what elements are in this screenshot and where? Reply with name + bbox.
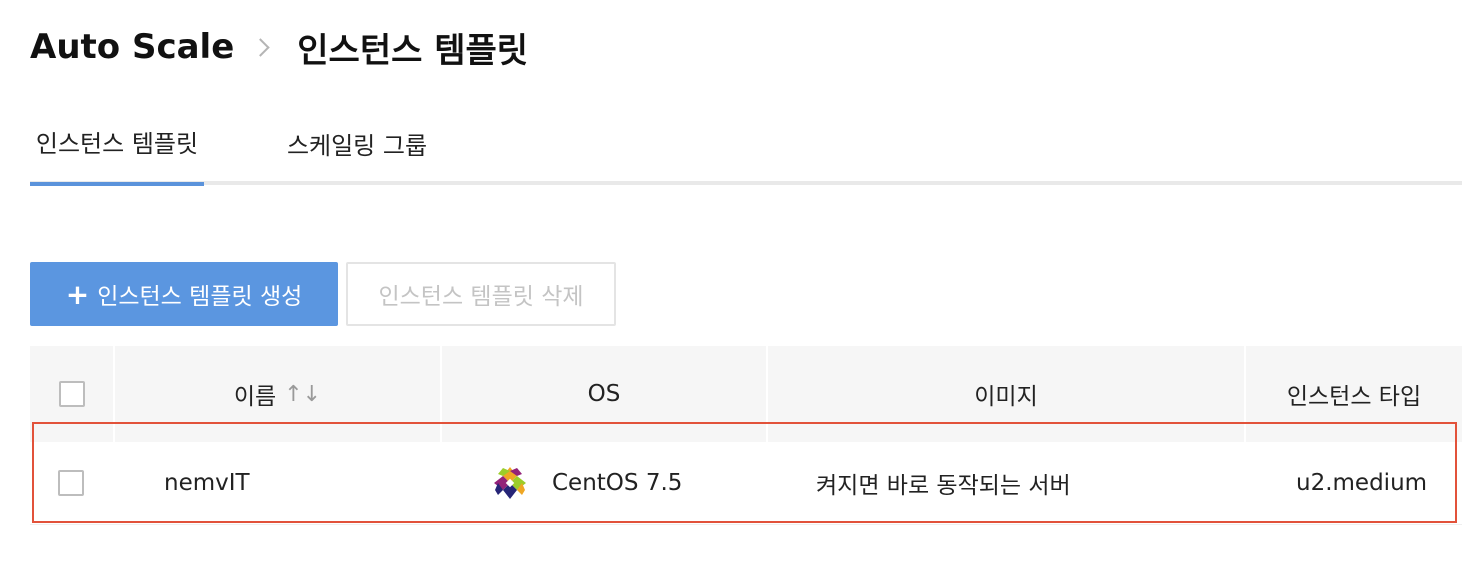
header-instance-type-label: 인스턴스 타입 — [1286, 384, 1422, 410]
header-name[interactable]: 이름 ↑↓ — [115, 346, 440, 442]
instance-type: u2.medium — [1296, 470, 1428, 496]
create-instance-template-button[interactable]: + 인스턴스 템플릿 생성 — [30, 262, 338, 326]
tab-label: 스케일링 그룹 — [286, 131, 428, 160]
breadcrumb-parent[interactable]: Auto Scale — [30, 27, 234, 67]
header-name-label: 이름 — [233, 384, 277, 410]
cell-image: 켜지면 바로 동작되는 서버 — [816, 442, 1071, 524]
table-header: 이름 ↑↓ OS 이미지 인스턴스 타입 — [30, 346, 1462, 442]
delete-instance-template-button[interactable]: 인스턴스 템플릿 삭제 — [346, 262, 616, 326]
plus-icon: + — [65, 277, 90, 311]
header-os: OS — [442, 346, 766, 442]
os-name: CentOS 7.5 — [552, 470, 683, 496]
header-os-label: OS — [587, 381, 621, 407]
tab-scaling-group[interactable]: 스케일링 그룹 — [280, 100, 434, 186]
select-all-checkbox[interactable] — [58, 381, 85, 407]
header-image-label: 이미지 — [974, 384, 1038, 410]
page-title: 인스턴스 템플릿 — [297, 30, 529, 71]
cell-name: nemvIT — [164, 442, 250, 524]
chevron-right-icon — [251, 37, 270, 57]
tab-label: 인스턴스 템플릿 — [35, 129, 199, 158]
breadcrumb: Auto Scale 인스턴스 템플릿 — [30, 22, 528, 72]
row-checkbox-cell — [58, 442, 84, 524]
header-checkbox-cell — [30, 346, 113, 442]
cell-os: CentOS 7.5 — [492, 442, 682, 524]
header-instance-type: 인스턴스 타입 — [1246, 346, 1462, 442]
create-button-label: 인스턴스 템플릿 생성 — [97, 284, 303, 310]
tab-bar: 인스턴스 템플릿 스케일링 그룹 — [30, 100, 1462, 186]
cell-instance-type: u2.medium — [1296, 442, 1427, 524]
row-checkbox[interactable] — [58, 470, 84, 496]
delete-button-label: 인스턴스 템플릿 삭제 — [378, 284, 584, 310]
centos-logo-icon — [494, 467, 526, 499]
image-name: 켜지면 바로 동작되는 서버 — [816, 473, 1071, 499]
sort-icon[interactable]: ↑↓ — [284, 382, 321, 407]
tab-instance-template[interactable]: 인스턴스 템플릿 — [30, 100, 204, 186]
table-row[interactable]: nemvIT CentOS 7.5 켜지면 바로 동작되는 서버 u2.medi… — [30, 442, 1462, 525]
instance-template-table: 이름 ↑↓ OS 이미지 인스턴스 타입 nemvIT CentOS 7.5 켜… — [30, 346, 1462, 525]
header-image: 이미지 — [768, 346, 1244, 442]
template-name: nemvIT — [164, 470, 250, 496]
